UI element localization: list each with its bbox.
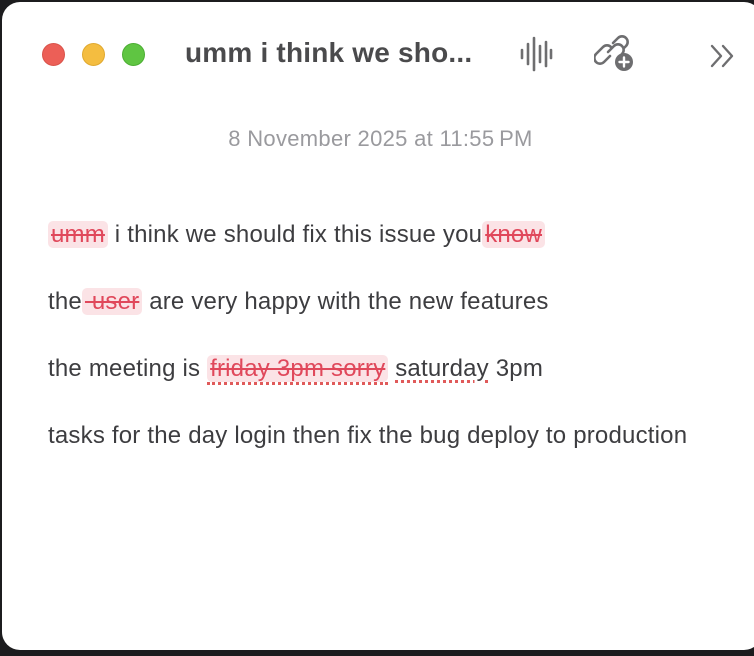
note-paragraph: umm i think we should fix this issue you… <box>48 218 688 251</box>
misspelled-marker: friday 3pm sorry <box>207 355 389 385</box>
deleted-text: know <box>482 221 546 248</box>
note-text: are very happy with the new features <box>142 288 549 315</box>
deleted-text: umm <box>48 221 108 248</box>
note-paragraph: the meeting is friday 3pm sorry saturday… <box>48 352 688 385</box>
note-text: the meeting is <box>48 355 208 382</box>
note-paragraph: the user are very happy with the new fea… <box>48 285 688 318</box>
deleted-text: user <box>81 288 143 315</box>
waveform-icon[interactable] <box>518 36 554 72</box>
note-text: 3pm <box>488 355 544 382</box>
note-text: i think we should fix this issue you <box>107 221 483 248</box>
titlebar: umm i think we sho... <box>2 2 754 106</box>
zoom-window-button[interactable] <box>122 43 145 66</box>
chevrons-right-icon[interactable] <box>708 42 738 70</box>
note-window: umm i think we sho... 8 November 2025 at… <box>2 2 754 650</box>
note-timestamp: 8 November 2025 at 11:55 PM <box>228 126 533 151</box>
note-text: the <box>48 288 82 315</box>
window-title: umm i think we sho... <box>185 37 473 68</box>
note-text: tasks for the day login then fix the bug… <box>48 422 688 449</box>
misspelled-word[interactable]: saturday <box>395 355 489 382</box>
note-paragraph: tasks for the day login then fix the bug… <box>48 419 688 452</box>
note-body[interactable]: umm i think we should fix this issue you… <box>48 218 688 486</box>
link-add-icon[interactable] <box>594 34 638 74</box>
minimize-window-button[interactable] <box>82 43 105 66</box>
close-window-button[interactable] <box>42 43 65 66</box>
deleted-text: friday 3pm sorry <box>207 355 389 382</box>
